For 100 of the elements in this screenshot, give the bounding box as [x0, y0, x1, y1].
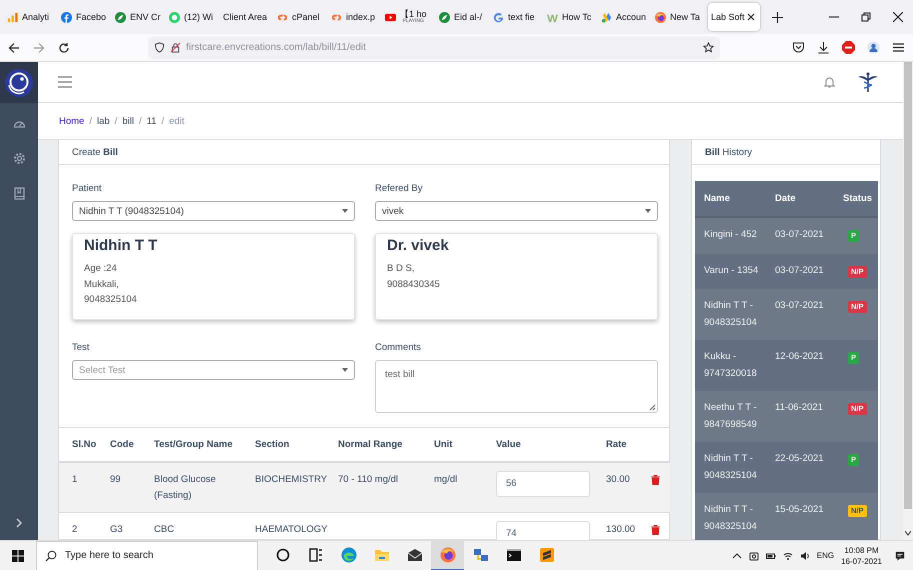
table-cell: Nidhin T T - 9048325104 [704, 300, 757, 328]
column-header: Status [843, 193, 872, 204]
value-field[interactable]: 74 [496, 521, 590, 540]
network-computers-icon[interactable] [472, 546, 488, 562]
restore-icon[interactable] [861, 12, 871, 22]
browser-tab[interactable]: ENV Cr [112, 3, 166, 31]
table-cell: 03-07-2021 [775, 229, 824, 240]
browser-tab[interactable]: cPanel [274, 3, 328, 31]
star-icon[interactable] [703, 42, 714, 53]
doctor-detail: 9088430345 [387, 278, 441, 292]
reload-icon[interactable] [58, 42, 70, 54]
browser-tab[interactable]: Facebo [58, 3, 112, 31]
sublime-icon[interactable] [538, 546, 554, 562]
bar-chart-icon [7, 12, 18, 22]
patient-detail: Age :24 [84, 262, 118, 276]
battery-icon[interactable] [766, 550, 776, 560]
taskbar-clock[interactable]: 10:08 PM 16-07-2021 [841, 544, 882, 566]
table-cell: Kingini - 452 [704, 229, 757, 240]
leaf-icon [115, 12, 126, 22]
table-cell: 15-05-2021 [775, 504, 824, 515]
camera-icon[interactable] [748, 550, 759, 560]
browser-tab[interactable]: Eid al-/ [436, 3, 490, 31]
chevron-right-icon[interactable] [14, 518, 24, 528]
wifi-icon[interactable] [782, 550, 793, 560]
language-indicator[interactable]: ENG [816, 551, 834, 560]
table-cell: 11-06-2021 [775, 402, 823, 413]
browser-tab[interactable]: index.p [328, 3, 382, 31]
chevron-up-icon[interactable] [732, 550, 742, 560]
table-cell: 22-05-2021 [775, 453, 824, 464]
browser-tab[interactable]: Lab Soft [708, 3, 760, 31]
column-header: Unit [434, 438, 452, 450]
terminal-icon[interactable] [506, 546, 522, 562]
back-arrow-icon[interactable] [8, 42, 20, 54]
breadcrumb-separator: / [138, 116, 142, 126]
search-icon [45, 550, 57, 562]
card-title: Bill History [705, 146, 752, 158]
browser-tab[interactable]: (12) Wi [166, 3, 220, 31]
column-header: Name [704, 193, 730, 204]
table-cell: Blood Glucose (Fasting) [154, 474, 216, 500]
column-header: Value [496, 438, 521, 450]
bell-icon[interactable] [824, 76, 835, 88]
mail-icon[interactable] [406, 546, 422, 562]
table-cell: 1 [72, 474, 78, 484]
speaker-icon[interactable] [800, 550, 810, 560]
browser-tab[interactable]: Analyti [4, 3, 58, 31]
circle-icon[interactable] [274, 546, 290, 562]
column-header: Normal Range [338, 438, 402, 450]
comments-field[interactable]: test bill [375, 360, 658, 413]
book-icon[interactable] [12, 187, 26, 200]
table-cell: 2 [72, 524, 78, 535]
menu-icon[interactable] [892, 41, 905, 54]
patient-select[interactable]: Nidhin T T (9048325104) [72, 201, 355, 221]
card-title: Create Bill [72, 146, 118, 158]
doctor-select[interactable]: vivek [375, 201, 658, 221]
column-header: Rate [606, 438, 627, 450]
edge-icon[interactable] [340, 546, 356, 562]
breadcrumb-item[interactable]: Home [59, 116, 84, 126]
table-cell: Varun - 1354 [704, 264, 758, 276]
breadcrumb-item: bill [122, 116, 134, 126]
download-icon[interactable] [817, 41, 830, 54]
breadcrumb-separator: / [89, 116, 92, 126]
account-icon[interactable] [867, 41, 880, 54]
patient-detail: 9048325104 [84, 293, 138, 307]
task-view-icon[interactable] [308, 546, 324, 562]
app-logo-icon[interactable] [4, 68, 34, 98]
browser-tab[interactable]: Accoun [598, 3, 652, 31]
table-cell: Neethu T T - 9847698549 [704, 402, 757, 430]
caduceus-logo-icon [857, 71, 879, 93]
patient-name: Nidhin T T [84, 237, 158, 254]
table-cell: HAEMATOLOGY [255, 524, 328, 535]
close-icon[interactable] [893, 12, 903, 22]
caret-icon [342, 368, 348, 372]
field-label: Comments [375, 342, 422, 353]
close-icon[interactable] [746, 13, 755, 21]
settings-icon[interactable] [12, 152, 26, 165]
windows-start-icon[interactable] [12, 550, 24, 562]
field-label: Test [72, 342, 90, 353]
adblock-icon[interactable] [842, 41, 855, 54]
doctor-detail: B D S, [387, 262, 416, 276]
forward-arrow-icon[interactable] [33, 42, 45, 54]
trash-icon[interactable] [651, 474, 660, 484]
breadcrumb-item: edit [169, 116, 184, 126]
pocket-icon[interactable] [792, 41, 805, 54]
browser-tab[interactable]: New Ta [652, 3, 706, 31]
browser-tab[interactable]: text fie [490, 3, 544, 31]
scrollbar[interactable] [903, 62, 913, 540]
facebook-icon [61, 12, 72, 22]
caret-icon [645, 209, 651, 213]
taskbar-search-field[interactable]: Type here to search [36, 540, 258, 570]
value-field[interactable]: 56 [496, 470, 590, 496]
browser-tab[interactable]: How Tc [544, 3, 598, 31]
trash-icon[interactable] [651, 525, 660, 535]
new-tab-icon[interactable] [772, 12, 783, 22]
resize-grip-icon[interactable] [648, 403, 656, 411]
notification-icon[interactable] [895, 550, 905, 560]
firefox-icon[interactable] [440, 546, 456, 562]
patient-detail: Mukkali, [84, 278, 120, 292]
scroll-down-icon[interactable] [905, 531, 911, 536]
browser-tab[interactable]: Client Area [220, 3, 274, 31]
doctor-name: Dr. vivek [387, 237, 450, 254]
